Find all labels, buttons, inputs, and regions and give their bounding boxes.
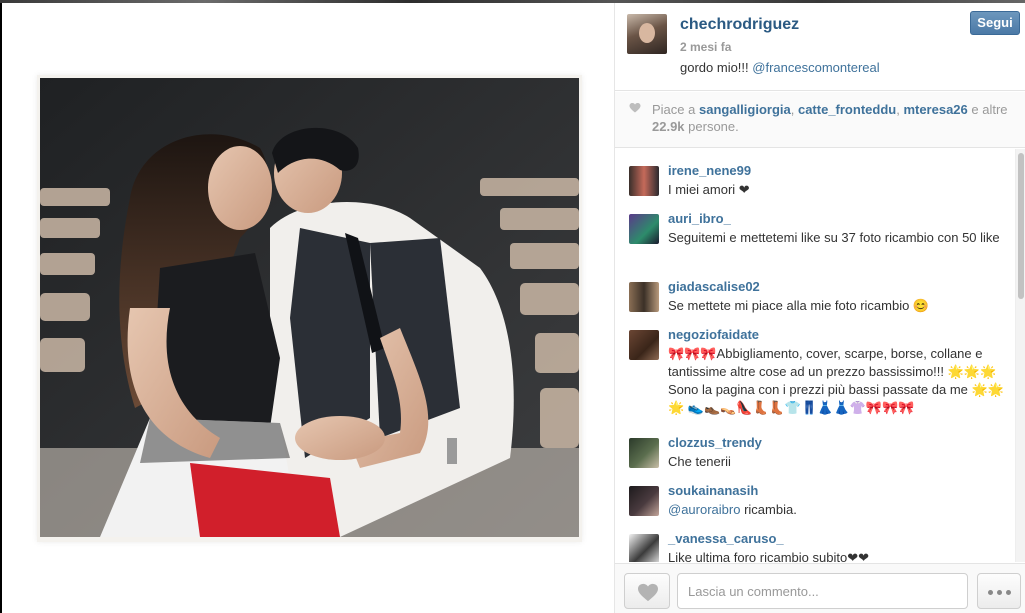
- commenter-avatar[interactable]: [629, 282, 659, 312]
- comment-username[interactable]: clozzus_trendy: [668, 435, 762, 450]
- post-details-panel: chechrodriguez 2 mesi fa gordo mio!!! @f…: [615, 3, 1025, 613]
- liker-link[interactable]: sangalligiorgia: [699, 102, 791, 117]
- caption-text: gordo mio!!!: [680, 60, 753, 75]
- comment-item: negoziofaidate 🎀🎀🎀Abbigliamento, cover, …: [615, 327, 1015, 423]
- heart-icon: [638, 583, 658, 602]
- comment-text: I miei amori ❤: [668, 182, 750, 197]
- photo-modal: chechrodriguez 2 mesi fa gordo mio!!! @f…: [2, 3, 1025, 613]
- comment-item: _vanessa_caruso_ Like ultima foro ricamb…: [615, 531, 1015, 562]
- likes-separator: ,: [790, 102, 798, 117]
- commenter-avatar[interactable]: [629, 438, 659, 468]
- heart-icon: [629, 103, 641, 113]
- comment-text: Seguitemi e mettetemi like su 37 foto ri…: [668, 230, 1000, 245]
- comment-mention-link[interactable]: @auroraibro: [668, 502, 740, 517]
- photo-frame: [37, 75, 582, 542]
- viewer-backdrop: chechrodriguez 2 mesi fa gordo mio!!! @f…: [0, 0, 1025, 613]
- ellipsis-icon: [997, 590, 1002, 595]
- comment-input[interactable]: [677, 573, 968, 609]
- comment-item: giadascalise02 Se mettete mi piace alla …: [615, 279, 1015, 319]
- follow-button[interactable]: Segui: [970, 11, 1020, 35]
- comment-username[interactable]: auri_ibro_: [668, 211, 731, 226]
- comment-text: @auroraibro ricambia.: [668, 501, 1013, 519]
- commenter-avatar[interactable]: [629, 486, 659, 516]
- liker-link[interactable]: mteresa26: [903, 102, 967, 117]
- commenter-avatar[interactable]: [629, 214, 659, 244]
- likes-and-text: e altre: [967, 102, 1008, 117]
- owner-avatar[interactable]: [627, 14, 667, 54]
- likes-count[interactable]: 22.9k: [652, 119, 685, 134]
- comment-username[interactable]: _vanessa_caruso_: [668, 531, 784, 546]
- commenter-avatar[interactable]: [629, 166, 659, 196]
- ellipsis-icon: [1006, 590, 1011, 595]
- post-timestamp[interactable]: 2 mesi fa: [680, 40, 731, 54]
- liker-link[interactable]: catte_fronteddu: [798, 102, 896, 117]
- comment-item: soukainanasih @auroraibro ricambia.: [615, 483, 1015, 523]
- owner-username[interactable]: chechrodriguez: [680, 16, 799, 34]
- post-caption: gordo mio!!! @francescomontereal: [680, 60, 880, 75]
- like-button[interactable]: [624, 573, 670, 609]
- comment-text: Se mettete mi piace alla mie foto ricamb…: [668, 298, 930, 313]
- scrollbar-thumb[interactable]: [1018, 153, 1024, 299]
- commenter-avatar[interactable]: [629, 534, 659, 562]
- comments-list[interactable]: irene_nene99 I miei amori ❤ auri_ibro_ S…: [615, 149, 1015, 562]
- comment-username[interactable]: soukainanasih: [668, 483, 758, 498]
- post-photo-image: [40, 78, 579, 537]
- likes-prefix: Piace a: [652, 102, 699, 117]
- commenter-avatar[interactable]: [629, 330, 659, 360]
- comment-username[interactable]: giadascalise02: [668, 279, 760, 294]
- comments-scrollbar[interactable]: [1015, 149, 1025, 562]
- more-options-button[interactable]: [977, 573, 1021, 609]
- post-header: chechrodriguez 2 mesi fa gordo mio!!! @f…: [615, 3, 1025, 91]
- caption-mention-link[interactable]: @francescomontereal: [752, 60, 879, 75]
- comment-text-rest: ricambia.: [740, 502, 797, 517]
- comment-footer: [615, 563, 1025, 613]
- likes-text: Piace a sangalligiorgia, catte_fronteddu…: [652, 101, 1012, 135]
- comment-item: irene_nene99 I miei amori ❤: [615, 163, 1015, 203]
- comment-item: auri_ibro_ Seguitemi e mettetemi like su…: [615, 211, 1015, 267]
- comment-item: clozzus_trendy Che tenerii: [615, 435, 1015, 475]
- post-photo[interactable]: [40, 78, 579, 537]
- photo-pane: [2, 3, 615, 613]
- likes-suffix: persone.: [684, 119, 739, 134]
- ellipsis-icon: [988, 590, 993, 595]
- comment-username[interactable]: irene_nene99: [668, 163, 751, 178]
- comment-text: 🎀🎀🎀Abbigliamento, cover, scarpe, borse, …: [668, 346, 1004, 415]
- comment-text: Like ultima foro ricambio subito❤❤: [668, 550, 869, 562]
- likes-summary: Piace a sangalligiorgia, catte_fronteddu…: [615, 92, 1025, 148]
- comment-username[interactable]: negoziofaidate: [668, 327, 759, 342]
- comment-text: Che tenerii: [668, 454, 731, 469]
